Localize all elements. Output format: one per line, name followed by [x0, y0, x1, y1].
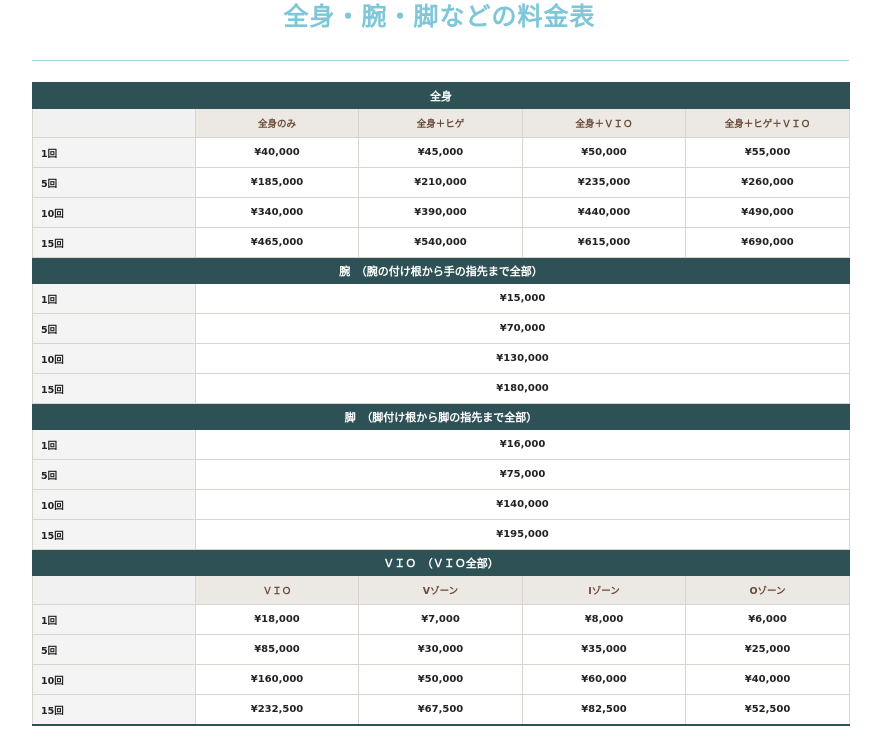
column-header: 全身のみ — [195, 108, 359, 138]
price-cell: ¥16,000 — [194, 429, 851, 460]
table-row: 10回 ¥130,000 — [32, 343, 851, 374]
row-label: 15回 — [32, 373, 196, 404]
row-label: 1回 — [32, 283, 196, 314]
column-header: 全身＋ヒゲ — [358, 108, 523, 138]
price-cell: ¥40,000 — [684, 664, 851, 695]
section-header-vio: ＶＩＯ （ＶＩＯ全部） — [31, 549, 851, 576]
price-cell: ¥440,000 — [522, 197, 686, 228]
section-title: 全身 — [31, 82, 851, 109]
price-cell: ¥7,000 — [358, 604, 523, 635]
table-row: 5回 ¥75,000 — [32, 459, 851, 490]
price-cell: ¥25,000 — [684, 634, 851, 665]
price-cell: ¥140,000 — [194, 489, 851, 520]
price-cell: ¥390,000 — [358, 197, 523, 228]
column-header: 全身＋ＶＩＯ — [522, 108, 686, 138]
price-cell: ¥210,000 — [358, 167, 523, 198]
table-row: 15回 ¥465,000 ¥540,000 ¥615,000 ¥690,000 — [32, 227, 851, 258]
column-header: 全身＋ヒゲ＋ＶＩＯ — [684, 108, 851, 138]
table-row: 1回 ¥16,000 — [32, 429, 851, 460]
row-label: 15回 — [32, 694, 196, 726]
table-row: 1回 ¥18,000 ¥7,000 ¥8,000 ¥6,000 — [32, 604, 851, 635]
row-label: 1回 — [32, 604, 196, 635]
column-header: Iゾーン — [522, 575, 686, 605]
price-cell: ¥260,000 — [684, 167, 851, 198]
row-label: 10回 — [32, 489, 196, 520]
price-cell: ¥235,000 — [522, 167, 686, 198]
price-cell: ¥40,000 — [195, 137, 359, 168]
row-label: 1回 — [32, 429, 196, 460]
price-cell: ¥185,000 — [195, 167, 359, 198]
column-header-row: ＶＩＯ Vゾーン Iゾーン Oゾーン — [32, 575, 851, 605]
price-cell: ¥340,000 — [195, 197, 359, 228]
price-cell: ¥18,000 — [195, 604, 359, 635]
price-cell: ¥15,000 — [194, 283, 851, 314]
price-cell: ¥490,000 — [684, 197, 851, 228]
price-cell: ¥465,000 — [195, 227, 359, 258]
price-cell: ¥690,000 — [684, 227, 851, 258]
row-label: 10回 — [32, 664, 196, 695]
price-cell: ¥75,000 — [194, 459, 851, 490]
price-cell: ¥52,500 — [684, 694, 851, 726]
price-cell: ¥70,000 — [194, 313, 851, 344]
price-cell: ¥130,000 — [194, 343, 851, 374]
row-label: 5回 — [32, 167, 196, 198]
row-label: 5回 — [32, 313, 196, 344]
price-cell: ¥195,000 — [194, 519, 851, 550]
table-row: 5回 ¥85,000 ¥30,000 ¥35,000 ¥25,000 — [32, 634, 851, 665]
price-table: 全身 全身のみ 全身＋ヒゲ 全身＋ＶＩＯ 全身＋ヒゲ＋ＶＩＯ 1回 ¥40,00… — [31, 82, 851, 727]
page-title: 全身・腕・脚などの料金表 — [283, 2, 596, 31]
price-cell: ¥50,000 — [522, 137, 686, 168]
price-cell: ¥30,000 — [358, 634, 523, 665]
price-cell: ¥160,000 — [195, 664, 359, 695]
price-cell: ¥8,000 — [522, 604, 686, 635]
row-label: 10回 — [32, 343, 196, 374]
section-header-ashi: 脚 （脚付け根から脚の指先まで全部） — [31, 403, 851, 430]
table-row: 15回 ¥195,000 — [32, 519, 851, 550]
row-label: 15回 — [32, 227, 196, 258]
row-label: 5回 — [32, 634, 196, 665]
row-label: 1回 — [32, 137, 196, 168]
column-header: Oゾーン — [684, 575, 851, 605]
price-cell: ¥232,500 — [195, 694, 359, 726]
row-label: 5回 — [32, 459, 196, 490]
table-row: 10回 ¥160,000 ¥50,000 ¥60,000 ¥40,000 — [32, 664, 851, 695]
price-cell: ¥67,500 — [358, 694, 523, 726]
title-divider — [32, 60, 849, 61]
row-label: 10回 — [32, 197, 196, 228]
table-row: 10回 ¥340,000 ¥390,000 ¥440,000 ¥490,000 — [32, 197, 851, 228]
price-cell: ¥82,500 — [522, 694, 686, 726]
column-header-blank — [32, 575, 196, 605]
price-cell: ¥50,000 — [358, 664, 523, 695]
price-cell: ¥35,000 — [522, 634, 686, 665]
column-header-blank — [32, 108, 196, 138]
table-row: 10回 ¥140,000 — [32, 489, 851, 520]
table-row: 1回 ¥15,000 — [32, 283, 851, 314]
table-row: 5回 ¥185,000 ¥210,000 ¥235,000 ¥260,000 — [32, 167, 851, 198]
table-bottom-rule — [32, 724, 850, 727]
section-header-zenshin: 全身 — [31, 82, 851, 109]
table-row: 15回 ¥180,000 — [32, 373, 851, 404]
price-cell: ¥615,000 — [522, 227, 686, 258]
section-header-ude: 腕 （腕の付け根から手の指先まで全部） — [31, 257, 851, 284]
price-cell: ¥60,000 — [522, 664, 686, 695]
price-cell: ¥6,000 — [684, 604, 851, 635]
price-cell: ¥180,000 — [194, 373, 851, 404]
row-label: 15回 — [32, 519, 196, 550]
table-row: 1回 ¥40,000 ¥45,000 ¥50,000 ¥55,000 — [32, 137, 851, 168]
price-cell: ¥55,000 — [684, 137, 851, 168]
column-header: ＶＩＯ — [195, 575, 359, 605]
section-title: 脚 （脚付け根から脚の指先まで全部） — [31, 403, 851, 430]
table-row: 5回 ¥70,000 — [32, 313, 851, 344]
column-header-row: 全身のみ 全身＋ヒゲ 全身＋ＶＩＯ 全身＋ヒゲ＋ＶＩＯ — [32, 108, 851, 138]
bottom-rule-cell — [32, 724, 850, 727]
price-cell: ¥85,000 — [195, 634, 359, 665]
table-row: 15回 ¥232,500 ¥67,500 ¥82,500 ¥52,500 — [32, 694, 851, 726]
price-cell: ¥540,000 — [358, 227, 523, 258]
column-header: Vゾーン — [358, 575, 523, 605]
section-title: 腕 （腕の付け根から手の指先まで全部） — [31, 257, 851, 284]
section-title: ＶＩＯ （ＶＩＯ全部） — [31, 549, 851, 576]
price-cell: ¥45,000 — [358, 137, 523, 168]
